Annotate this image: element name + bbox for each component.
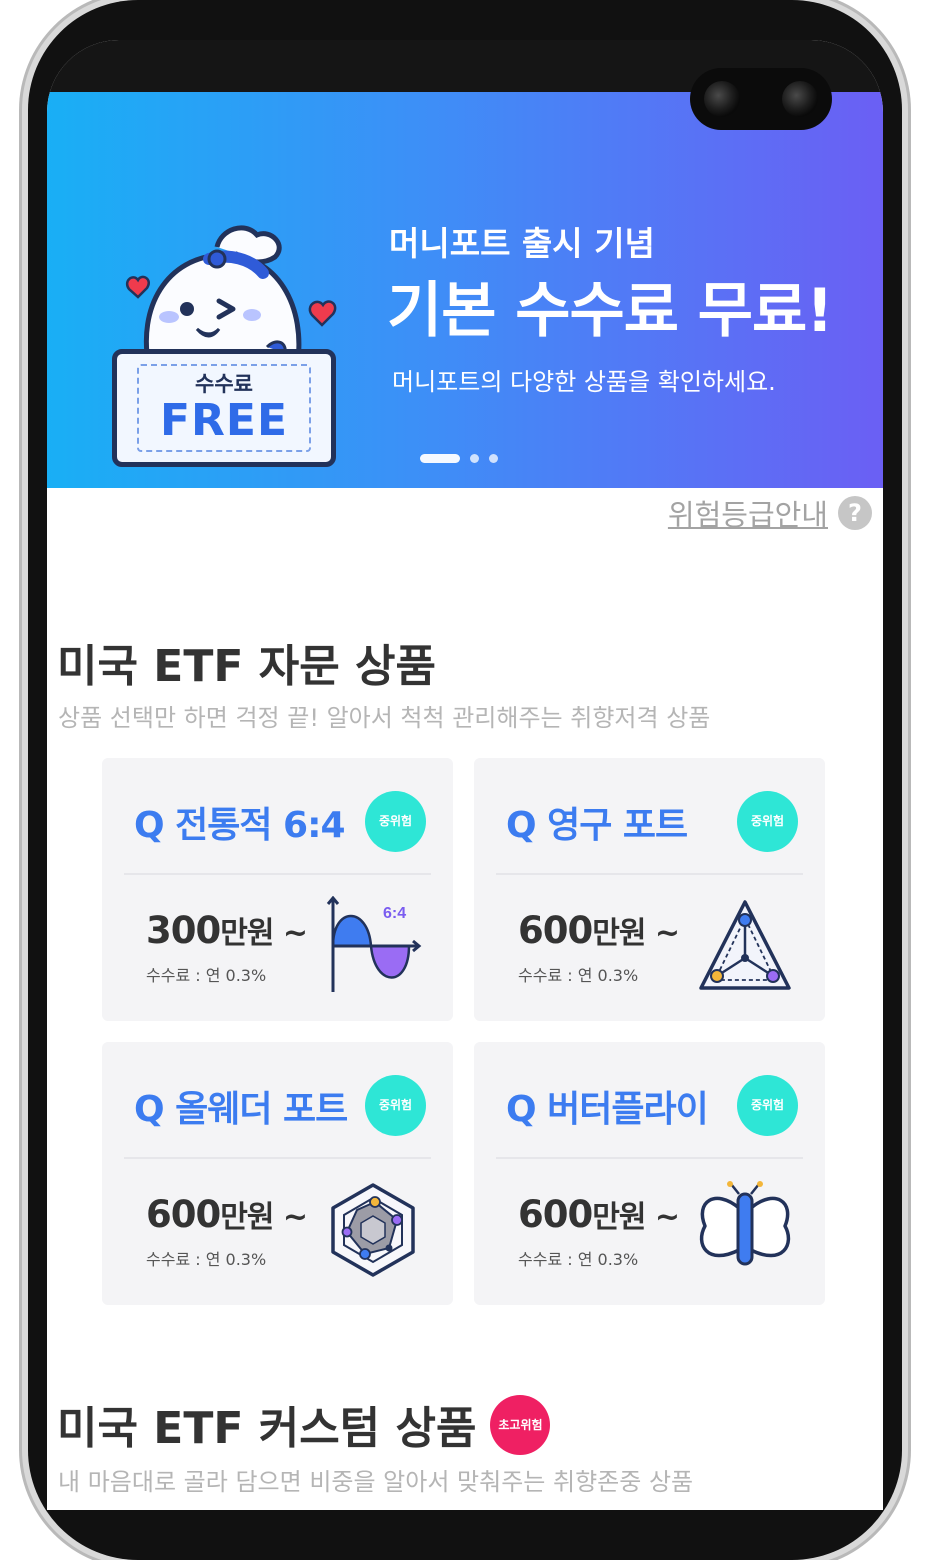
product-card-permanent[interactable]: Q 영구 포트 중위험 600만원 ~ 수수료 : 연 0.3%	[474, 758, 825, 1021]
promo-banner[interactable]: 수수료 FREE 머니포트 출시 기념 기본 수수료 무료! 머니포트의 다양한…	[47, 92, 883, 488]
pagination-dot[interactable]	[489, 454, 498, 463]
ratio-label: 6:4	[383, 905, 406, 922]
product-fee: 수수료 : 연 0.3%	[146, 1250, 267, 1269]
front-camera	[690, 68, 832, 130]
sine-wave-chart-icon: 6:4	[326, 896, 422, 992]
product-name: Q 영구 포트	[506, 805, 688, 846]
hexagon-radar-icon	[331, 1183, 415, 1277]
custom-section-subtitle: 내 마음대로 골라 담으면 비중을 알아서 맞춰주는 취향존중 상품	[58, 1468, 694, 1496]
custom-section-title: 미국 ETF 커스텀 상품 초고위험	[57, 1392, 551, 1461]
risk-badge: 중위험	[737, 1075, 798, 1136]
banner-headline: 기본 수수료 무료!	[387, 276, 834, 346]
ticket-value: FREE	[159, 395, 289, 446]
product-min-price: 600만원 ~	[146, 1192, 308, 1236]
butterfly-icon	[699, 1181, 791, 1266]
product-card-allweather[interactable]: Q 올웨더 포트 중위험 600만원 ~ 수수료 : 연 0.3%	[102, 1042, 453, 1305]
product-name: Q 올웨더 포트	[134, 1089, 348, 1130]
product-min-price: 600만원 ~	[518, 1192, 680, 1236]
risk-badge-high: 초고위험	[490, 1395, 551, 1455]
question-icon[interactable]: ?	[838, 496, 872, 530]
risk-badge: 중위험	[365, 791, 426, 852]
camera-lens-icon	[782, 81, 818, 117]
price-amount: 300	[146, 909, 221, 952]
banner-subtitle: 머니포트 출시 기념	[389, 224, 655, 263]
advisory-section-title: 미국 ETF 자문 상품	[57, 641, 436, 692]
banner-description: 머니포트의 다양한 상품을 확인하세요.	[392, 368, 776, 396]
pagination-dot[interactable]	[470, 454, 479, 463]
product-fee: 수수료 : 연 0.3%	[518, 1250, 639, 1269]
product-fee: 수수료 : 연 0.3%	[146, 966, 267, 985]
pagination-dot-active[interactable]	[420, 454, 460, 463]
product-name: Q 버터플라이	[506, 1089, 709, 1130]
product-min-price: 600만원 ~	[518, 908, 680, 952]
card-divider	[124, 873, 431, 875]
product-card-butterfly[interactable]: Q 버터플라이 중위험 600만원 ~ 수수료 : 연 0.3%	[474, 1042, 825, 1305]
product-fee: 수수료 : 연 0.3%	[518, 966, 639, 985]
risk-grade-guide-label[interactable]: 위험등급안내	[668, 492, 828, 534]
price-amount: 600	[518, 909, 593, 952]
price-unit: 만원 ~	[220, 1200, 308, 1235]
risk-grade-guide-link[interactable]: 위험등급안내 ?	[668, 492, 872, 534]
product-name: Q 전통적 6:4	[134, 805, 346, 846]
banner-pagination[interactable]	[420, 454, 498, 463]
price-amount: 600	[518, 1193, 593, 1236]
mascot-illustration: 수수료 FREE	[107, 197, 347, 477]
free-fee-ticket: 수수료 FREE	[112, 349, 336, 467]
risk-badge: 중위험	[737, 791, 798, 852]
card-divider	[124, 1157, 431, 1159]
product-card-traditional[interactable]: Q 전통적 6:4 중위험 300만원 ~ 수수료 : 연 0.3% 6:4	[102, 758, 453, 1021]
card-divider	[496, 873, 803, 875]
custom-section-title-text: 미국 ETF 커스텀 상품	[57, 1403, 477, 1454]
ticket-label: 수수료	[195, 372, 253, 396]
camera-lens-icon	[704, 81, 740, 117]
product-min-price: 300만원 ~	[146, 908, 308, 952]
advisory-section-subtitle: 상품 선택만 하면 걱정 끝! 알아서 척척 관리해주는 취향저격 상품	[58, 704, 711, 732]
risk-badge: 중위험	[365, 1075, 426, 1136]
card-divider	[496, 1157, 803, 1159]
price-amount: 600	[146, 1193, 221, 1236]
price-unit: 만원 ~	[592, 1200, 680, 1235]
price-unit: 만원 ~	[220, 916, 308, 951]
price-unit: 만원 ~	[592, 916, 680, 951]
triangle-network-icon	[699, 900, 791, 990]
